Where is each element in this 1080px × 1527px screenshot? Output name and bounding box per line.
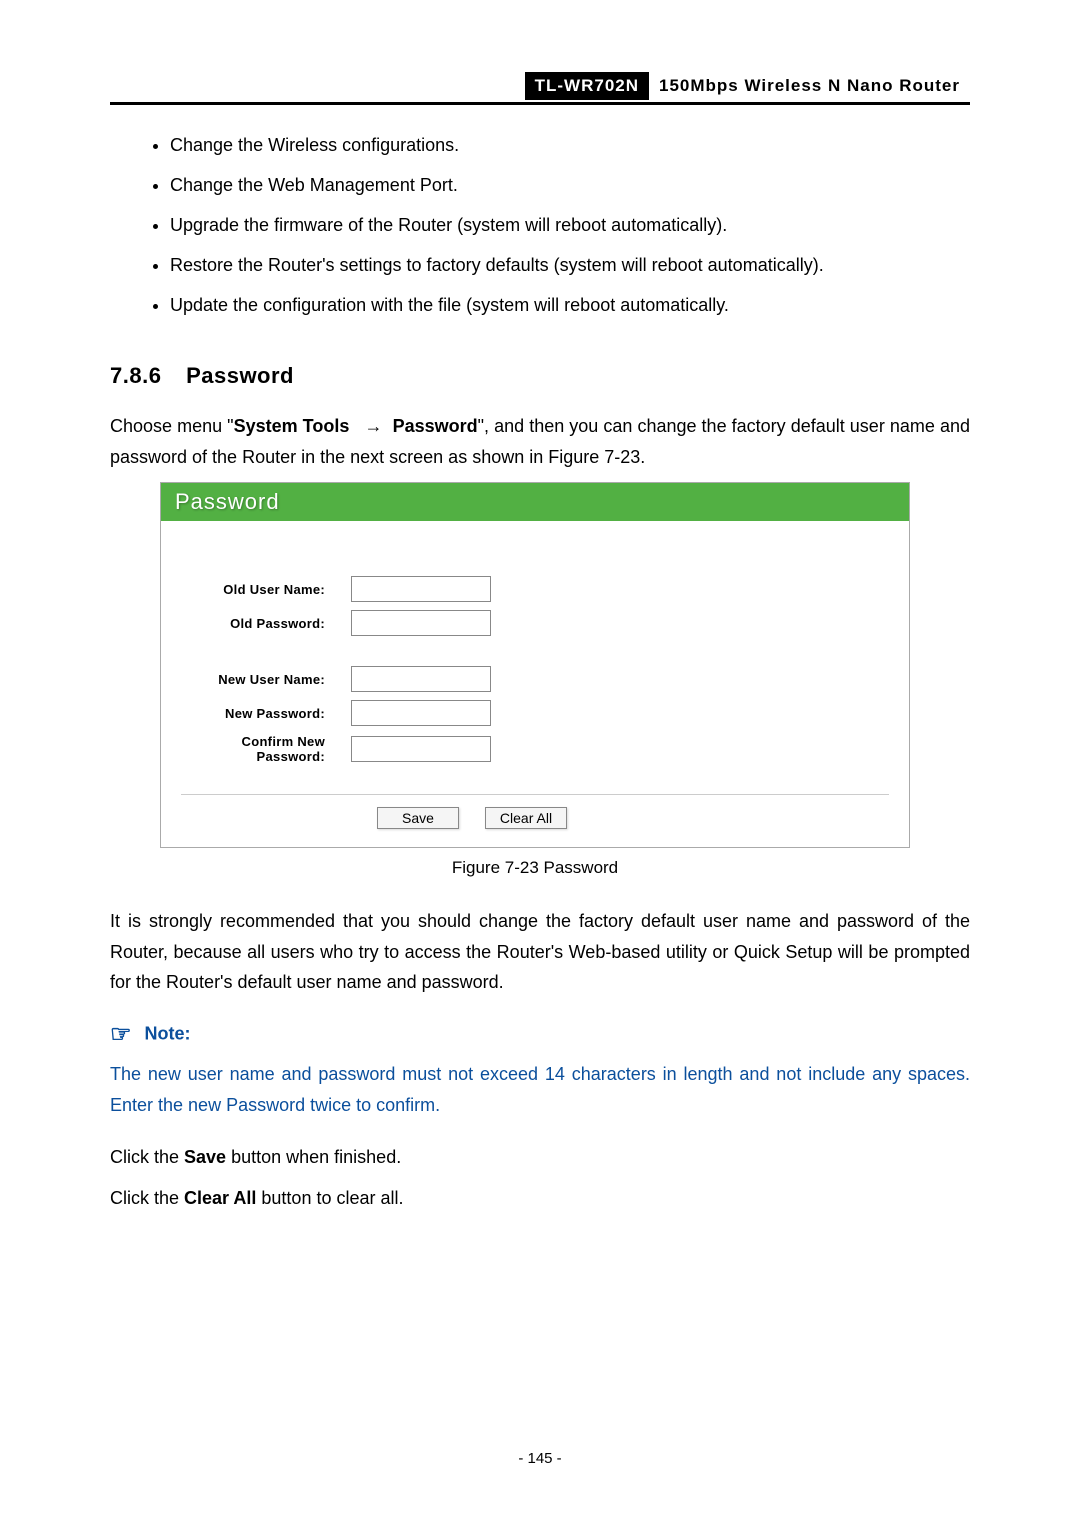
note-text: The new user name and password must not …	[110, 1059, 970, 1120]
confirm-password-input[interactable]	[351, 736, 491, 762]
new-user-label: New User Name:	[181, 672, 351, 687]
figure-caption: Figure 7-23 Password	[160, 858, 910, 878]
list-item: Update the configuration with the file (…	[170, 287, 970, 327]
old-user-label: Old User Name:	[181, 582, 351, 597]
confirm-password-label: Confirm New Password:	[181, 734, 351, 764]
old-user-input[interactable]	[351, 576, 491, 602]
password-figure: Password Old User Name: Old Password: Ne…	[160, 482, 910, 848]
page-header: TL-WR702N 150Mbps Wireless N Nano Router	[110, 72, 970, 105]
new-password-input[interactable]	[351, 700, 491, 726]
page-number: - 145 -	[0, 1450, 1080, 1467]
note-label: Note:	[145, 1023, 191, 1043]
recommendation-paragraph: It is strongly recommended that you shou…	[110, 906, 970, 998]
old-password-label: Old Password:	[181, 616, 351, 631]
section-heading: 7.8.6 Password	[110, 363, 970, 389]
panel-body: Old User Name: Old Password: New User Na…	[161, 521, 909, 847]
new-credentials-group: New User Name: New Password: Confirm New…	[181, 666, 889, 764]
list-item: Upgrade the firmware of the Router (syst…	[170, 207, 970, 247]
save-button[interactable]: Save	[377, 807, 459, 829]
form-row: New Password:	[181, 700, 889, 726]
form-row: Old Password:	[181, 610, 889, 636]
button-bar: Save Clear All	[181, 794, 889, 829]
model-label: TL-WR702N	[525, 72, 649, 100]
form-row: Old User Name:	[181, 576, 889, 602]
old-credentials-group: Old User Name: Old Password:	[181, 576, 889, 636]
section-title: Password	[186, 363, 294, 388]
product-label: 150Mbps Wireless N Nano Router	[649, 72, 970, 100]
click-clear-paragraph: Click the Clear All button to clear all.	[110, 1183, 970, 1214]
section-number: 7.8.6	[110, 363, 161, 388]
new-password-label: New Password:	[181, 706, 351, 721]
pointer-icon: ☞	[110, 1021, 132, 1048]
intro-paragraph: Choose menu "System Tools → Password", a…	[110, 411, 970, 472]
list-item: Change the Wireless configurations.	[170, 127, 970, 167]
click-save-paragraph: Click the Save button when finished.	[110, 1142, 970, 1173]
list-item: Restore the Router's settings to factory…	[170, 247, 970, 287]
panel-title: Password	[161, 483, 909, 521]
new-user-input[interactable]	[351, 666, 491, 692]
clear-all-button[interactable]: Clear All	[485, 807, 567, 829]
old-password-input[interactable]	[351, 610, 491, 636]
form-row: New User Name:	[181, 666, 889, 692]
form-row: Confirm New Password:	[181, 734, 889, 764]
list-item: Change the Web Management Port.	[170, 167, 970, 207]
bullet-list: Change the Wireless configurations. Chan…	[170, 127, 970, 327]
note-heading: ☞ Note:	[110, 1020, 970, 1049]
